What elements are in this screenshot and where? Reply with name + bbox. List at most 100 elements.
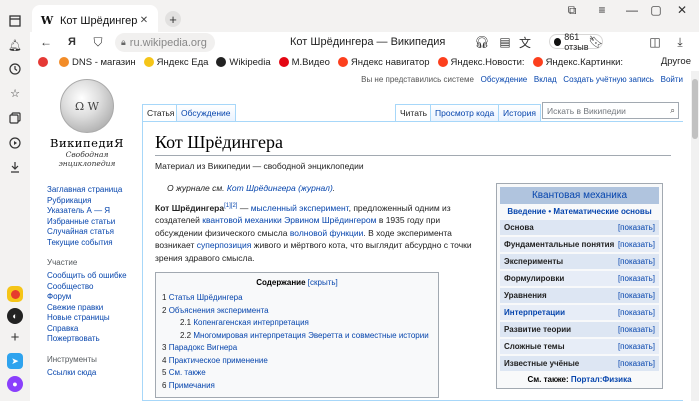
bookmark-pin-icon[interactable] [38, 57, 51, 67]
nav-link[interactable]: Пожертвовать [47, 334, 142, 345]
alice-app-icon[interactable]: ◐ [7, 308, 23, 324]
security-icon[interactable]: ⛉ [90, 34, 106, 50]
market-app-icon[interactable] [7, 286, 23, 302]
nav-link[interactable]: Новые страницы [47, 313, 142, 324]
infobox-show-link[interactable]: [показать] [618, 308, 655, 317]
back-icon[interactable]: ← [38, 34, 54, 50]
toc-item[interactable]: 6 Примечания [162, 380, 432, 393]
infobox-intro-link[interactable]: Введение [507, 207, 546, 216]
hatnote-link[interactable]: Кот Шрёдингера (журнал) [227, 183, 333, 193]
toc-item-link[interactable]: Парадокс Вигнера [169, 343, 238, 352]
star-icon[interactable]: ☆ [8, 86, 22, 100]
tab-view-source[interactable]: Просмотр кода [430, 104, 500, 121]
tab-article[interactable]: Статья [142, 104, 180, 121]
personal-contributions-link[interactable]: Вклад [534, 75, 557, 84]
login-link[interactable]: Войти [661, 75, 683, 84]
toc-item-link[interactable]: Примечания [169, 381, 215, 390]
toc-item-link[interactable]: Копенгагенская интерпретация [193, 318, 309, 327]
bookmark-icon[interactable]: 🔖︎ [588, 34, 604, 50]
infobox-show-link[interactable]: [показать] [618, 257, 655, 266]
toc-item-link[interactable]: Статья Шрёдингера [169, 293, 243, 302]
close-window-icon[interactable]: ✕ [670, 3, 694, 17]
tabs-overview-icon[interactable]: ⧉ [560, 3, 584, 18]
toc-item-link[interactable]: Объяснения эксперимента [169, 306, 269, 315]
bookmark-item[interactable]: Яндекс.Новости: [437, 57, 525, 68]
infobox-title[interactable]: Квантовая механика [500, 187, 659, 204]
toc-item[interactable]: 5 См. также [162, 367, 432, 380]
headphones-icon[interactable]: 🎧︎ [474, 34, 490, 50]
create-account-link[interactable]: Создать учётную запись [563, 75, 654, 84]
lead-link-quantum-mechanics[interactable]: квантовой механики [202, 215, 282, 225]
reader-icon[interactable]: ▤ [497, 34, 513, 50]
nav-link[interactable]: Избранные статьи [47, 217, 142, 228]
infobox-show-link[interactable]: [показать] [618, 325, 655, 334]
nav-link[interactable]: Справка [47, 324, 142, 335]
toc-item[interactable]: 2 Объяснения эксперимента [162, 305, 432, 318]
toc-item[interactable]: 4 Практическое применение [162, 355, 432, 368]
maximize-icon[interactable]: ▢ [644, 3, 668, 17]
add-app-icon[interactable]: + [8, 329, 22, 346]
infobox-basics-link[interactable]: Математические основы [553, 207, 651, 216]
page-scrollbar[interactable] [691, 71, 699, 401]
wiki-search-input[interactable]: Искать в Википедии ⌕ [542, 102, 679, 119]
bookmark-item[interactable]: Яндекс навигатор [337, 57, 430, 68]
toc-hide-link[interactable]: [скрыть] [308, 278, 338, 287]
nav-link[interactable]: Случайная статья [47, 227, 142, 238]
nav-link[interactable]: Текущие события [47, 238, 142, 249]
nav-link[interactable]: Форум [47, 292, 142, 303]
tab-talk[interactable]: Обсуждение [176, 104, 236, 121]
nav-link[interactable]: Сообщить об ошибке [47, 271, 142, 282]
toc-item[interactable]: 1 Статья Шрёдингера [162, 292, 432, 305]
nav-link[interactable]: Рубрикация [47, 196, 142, 207]
lead-link-thought-experiment[interactable]: мысленный эксперимент [251, 203, 349, 213]
toc-item-link[interactable]: Практическое применение [169, 356, 268, 365]
infobox-show-link[interactable]: [показать] [618, 291, 655, 300]
toc-item-link[interactable]: См. также [169, 368, 206, 377]
nav-link[interactable]: Указатель А — Я [47, 206, 142, 217]
translate-icon[interactable]: 文 [517, 34, 533, 50]
url-field[interactable]: 🔒︎ ru.wikipedia.org [115, 33, 215, 52]
yandex-icon[interactable]: Я [64, 34, 80, 50]
tab-read[interactable]: Читать [395, 104, 433, 121]
bookmark-item[interactable]: Яндекс.Картинки: [532, 57, 623, 68]
infobox-portal-link[interactable]: Портал:Физика [571, 375, 632, 384]
nav-link[interactable]: Заглавная страница [47, 185, 142, 196]
windows-icon[interactable] [8, 14, 22, 28]
menu-icon[interactable]: ≡ [590, 3, 614, 17]
messenger-app-icon[interactable]: ➤ [7, 353, 23, 369]
collections-icon[interactable] [8, 111, 22, 125]
bookmark-item[interactable]: DNS - магазин [59, 57, 136, 68]
nav-link[interactable]: Сообщество [47, 282, 142, 293]
search-icon[interactable]: ⌕ [670, 105, 675, 116]
play-icon[interactable] [8, 136, 22, 150]
minimize-icon[interactable]: — [620, 3, 644, 17]
toc-item[interactable]: 3 Парадокс Вигнера [162, 342, 432, 355]
tab-history[interactable]: История [498, 104, 541, 121]
lead-link-schrodinger[interactable]: Эрвином Шрёдингером [284, 215, 376, 225]
bookmark-item[interactable]: Wikipedia [216, 57, 271, 68]
bookmark-item[interactable]: Яндекс Еда [143, 57, 208, 68]
bell-icon[interactable]: 🔔︎ [8, 38, 22, 52]
assistant-app-icon[interactable]: ● [7, 376, 23, 392]
bookmark-item[interactable]: М.Видео [278, 57, 330, 68]
nav-link[interactable]: Ссылки сюда [47, 368, 142, 379]
toc-item[interactable]: 2.2 Многомировая интерпретация Эверетта … [162, 330, 432, 343]
toc-item[interactable]: 2.1 Копенгагенская интерпретация [162, 317, 432, 330]
scrollbar-thumb[interactable] [692, 79, 698, 139]
lead-link-wave-function[interactable]: волновой функции [290, 228, 364, 238]
lead-link-superposition[interactable]: суперпозиция [197, 240, 252, 250]
lead-refs[interactable]: [1][2] [224, 203, 237, 209]
close-tab-icon[interactable]: ✕ [138, 15, 150, 26]
infobox-show-link[interactable]: [показать] [618, 274, 655, 283]
nav-link[interactable]: Свежие правки [47, 303, 142, 314]
history-icon[interactable] [8, 62, 22, 76]
wikipedia-logo[interactable]: Ω W ВикипедиЯ Свободная энциклопедия [42, 79, 132, 168]
personal-talk-link[interactable]: Обсуждение [481, 75, 528, 84]
new-tab-button[interactable]: + [165, 11, 181, 27]
collections-toolbar-icon[interactable]: ◫ [647, 34, 663, 50]
download-icon[interactable] [8, 160, 22, 174]
download-toolbar-icon[interactable]: ⤓ [672, 34, 688, 50]
infobox-show-link[interactable]: [показать] [618, 359, 655, 368]
bookmarks-other[interactable]: Другое [661, 56, 691, 67]
infobox-show-link[interactable]: [показать] [618, 342, 655, 351]
